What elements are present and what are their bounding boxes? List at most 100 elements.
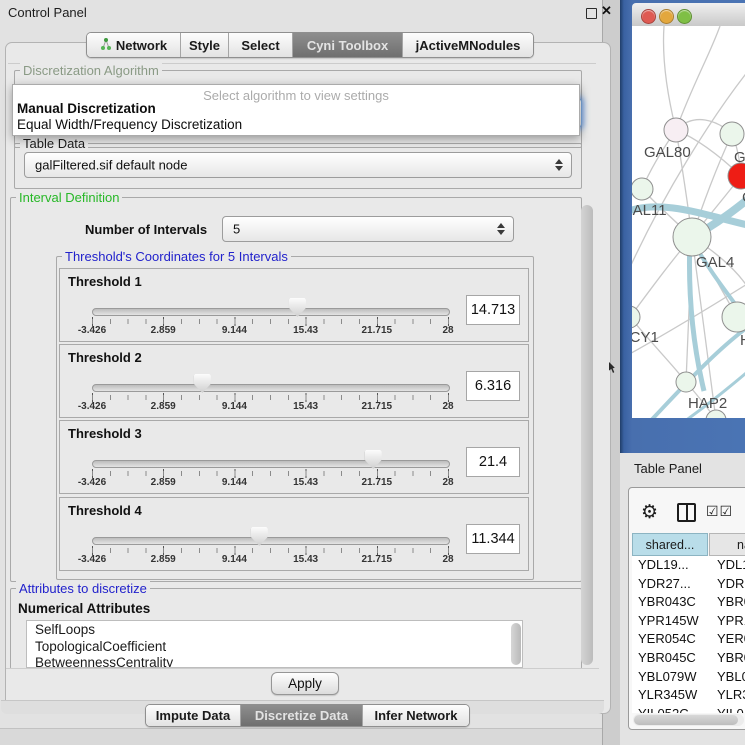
node-label: GCY1 xyxy=(632,329,659,346)
attribute-item-selfloops[interactable]: SelfLoops xyxy=(27,621,522,638)
network-node-gal4[interactable] xyxy=(673,218,711,256)
slider-minor-ticks xyxy=(92,319,449,324)
cell-name: YBR0 xyxy=(717,650,745,665)
cell-shared-name: YBR045C xyxy=(638,650,696,665)
table-row[interactable]: YER054CYER0 xyxy=(632,630,745,649)
close-icon[interactable]: ✕ xyxy=(601,3,612,19)
attribute-item-topologicalcoefficient[interactable]: TopologicalCoefficient xyxy=(27,638,522,655)
apply-button[interactable]: Apply xyxy=(271,672,339,695)
network-node-gcy1[interactable] xyxy=(632,306,640,328)
node-label: GAL4 xyxy=(696,254,734,271)
network-edge[interactable] xyxy=(676,26,720,130)
number-of-intervals-combobox[interactable]: 5 xyxy=(222,216,514,242)
tick-label: 28 xyxy=(442,325,453,336)
tab-select[interactable]: Select xyxy=(229,33,293,57)
cell-shared-name: YIL052C xyxy=(638,706,689,713)
close-traffic-light[interactable] xyxy=(641,9,656,24)
tab-label: Network xyxy=(116,38,167,53)
tick-label: 21.715 xyxy=(362,325,393,336)
network-node-hap2[interactable] xyxy=(676,372,696,392)
network-node-gal11[interactable] xyxy=(632,178,653,200)
tick-label: 2.859 xyxy=(151,554,176,565)
table-row[interactable]: YBR045C YBR0 xyxy=(632,649,745,668)
list-scrollbar[interactable] xyxy=(511,623,521,665)
network-edge[interactable] xyxy=(664,26,677,130)
tick-label: 2.859 xyxy=(151,325,176,336)
table-row[interactable]: YIL052C YIL0 xyxy=(632,705,745,713)
table-row[interactable]: YDL19...YDL1 xyxy=(632,556,745,575)
column-layout-icon[interactable] xyxy=(677,503,696,522)
slider-track[interactable] xyxy=(92,460,450,468)
mode-tab-label: Infer Network xyxy=(374,708,457,723)
table-data-selected: galFiltered.sif default node xyxy=(35,158,187,173)
column-header-shared-name[interactable]: shared... xyxy=(632,533,708,556)
slider-track[interactable] xyxy=(92,384,450,392)
cell-name: YIL0 xyxy=(717,706,744,713)
threshold-panel-1: Threshold 1-3.4262.8599.14415.4321.71528… xyxy=(59,268,529,342)
thresholds-group-title: Threshold's Coordinates for 5 Intervals xyxy=(62,249,291,264)
threshold-label: Threshold 1 xyxy=(68,274,142,289)
table-row[interactable]: YPR145WYPR1 xyxy=(632,612,745,631)
table-row[interactable]: YBR043CYBR0 xyxy=(632,593,745,612)
network-graph: GAL80GACGAL11GAL4GCY1HHAP2 xyxy=(632,26,745,418)
column-header-name[interactable]: na xyxy=(709,533,745,556)
numerical-attributes-heading: Numerical Attributes xyxy=(18,601,150,616)
cyni-mode-tabbar: Impute DataDiscretize Data Infer Network xyxy=(145,704,470,727)
mode-tab-discretize-data[interactable]: Discretize Data xyxy=(241,705,363,726)
float-window-icon[interactable] xyxy=(586,8,597,19)
threshold-value-field[interactable]: 11.344 xyxy=(466,524,520,554)
cell-name: YBR0 xyxy=(717,594,745,609)
slider-minor-ticks xyxy=(92,471,449,476)
table-data-group-title: Table Data xyxy=(20,136,88,151)
algorithm-option-manual-discretization[interactable]: Manual Discretization xyxy=(17,101,156,116)
thresholds-group: Threshold 1-3.4262.8599.14415.4321.71528… xyxy=(56,256,534,580)
minimize-traffic-light[interactable] xyxy=(659,9,674,24)
table-data-combobox[interactable]: galFiltered.sif default node xyxy=(24,152,572,178)
tick-label: -3.426 xyxy=(78,477,106,488)
tab-jactivemnodules[interactable]: jActiveMNodules xyxy=(403,33,533,57)
tab-cyni-toolbox[interactable]: Cyni Toolbox xyxy=(293,33,403,57)
gear-icon[interactable]: ⚙ xyxy=(641,501,658,523)
network-node-h[interactable] xyxy=(722,302,745,332)
table-row[interactable]: YLR345WYLR3 xyxy=(632,686,745,705)
slider-track[interactable] xyxy=(92,308,450,316)
tick-label: 9.144 xyxy=(222,325,247,336)
zoom-traffic-light[interactable] xyxy=(677,9,692,24)
tick-label: 28 xyxy=(442,401,453,412)
cell-shared-name: YDR27... xyxy=(638,576,691,591)
tick-label: 21.715 xyxy=(362,477,393,488)
tab-label: jActiveMNodules xyxy=(416,38,521,53)
tick-label: -3.426 xyxy=(78,401,106,412)
table-row[interactable]: YDR27... YDR2 xyxy=(632,575,745,594)
tab-style[interactable]: Style xyxy=(181,33,229,57)
algorithm-option-equal-width-frequency-discretization[interactable]: Equal Width/Frequency Discretization xyxy=(17,117,242,132)
threshold-value-field[interactable]: 6.316 xyxy=(466,371,520,401)
numerical-attributes-list[interactable]: SelfLoopsTopologicalCoefficientBetweenne… xyxy=(26,620,523,668)
table-row[interactable]: YBL079WYBL0 xyxy=(632,668,745,687)
tick-label: 9.144 xyxy=(222,554,247,565)
cell-name: YDR2 xyxy=(717,576,745,591)
mode-tab-impute-data[interactable]: Impute Data xyxy=(146,705,241,726)
panel-vertical-scrollbar[interactable] xyxy=(581,205,593,665)
tick-label: 9.144 xyxy=(222,477,247,488)
tick-label: -3.426 xyxy=(78,554,106,565)
tick-label: 21.715 xyxy=(362,554,393,565)
threshold-value-field[interactable]: 21.4 xyxy=(466,447,520,477)
mode-tab-infer-network[interactable]: Infer Network xyxy=(363,705,469,726)
threshold-value-field[interactable]: 14.713 xyxy=(466,295,520,325)
attribute-item-betweennesscentrality[interactable]: BetweennessCentrality xyxy=(27,654,522,668)
window-title: Control Panel xyxy=(8,5,87,20)
tab-label: Cyni Toolbox xyxy=(307,38,388,53)
table-horizontal-scrollbar[interactable] xyxy=(633,714,744,726)
scroll-thumb xyxy=(634,715,738,725)
cell-shared-name: YBL079W xyxy=(638,669,697,684)
network-node-ga[interactable] xyxy=(720,122,744,146)
network-node-gal80[interactable] xyxy=(664,118,688,142)
screen: Control Panel ✕ Network StyleSelect Cyni T… xyxy=(0,0,745,745)
threshold-panel-3: Threshold 3-3.4262.8599.14415.4321.71528… xyxy=(59,420,529,494)
column-header-label: na xyxy=(737,538,745,552)
network-canvas[interactable]: GAL80GACGAL11GAL4GCY1HHAP2 xyxy=(632,26,745,418)
select-columns-icon[interactable]: ☑☑ xyxy=(706,504,733,520)
slider-track[interactable] xyxy=(92,537,450,545)
tab-network[interactable]: Network xyxy=(87,33,181,57)
